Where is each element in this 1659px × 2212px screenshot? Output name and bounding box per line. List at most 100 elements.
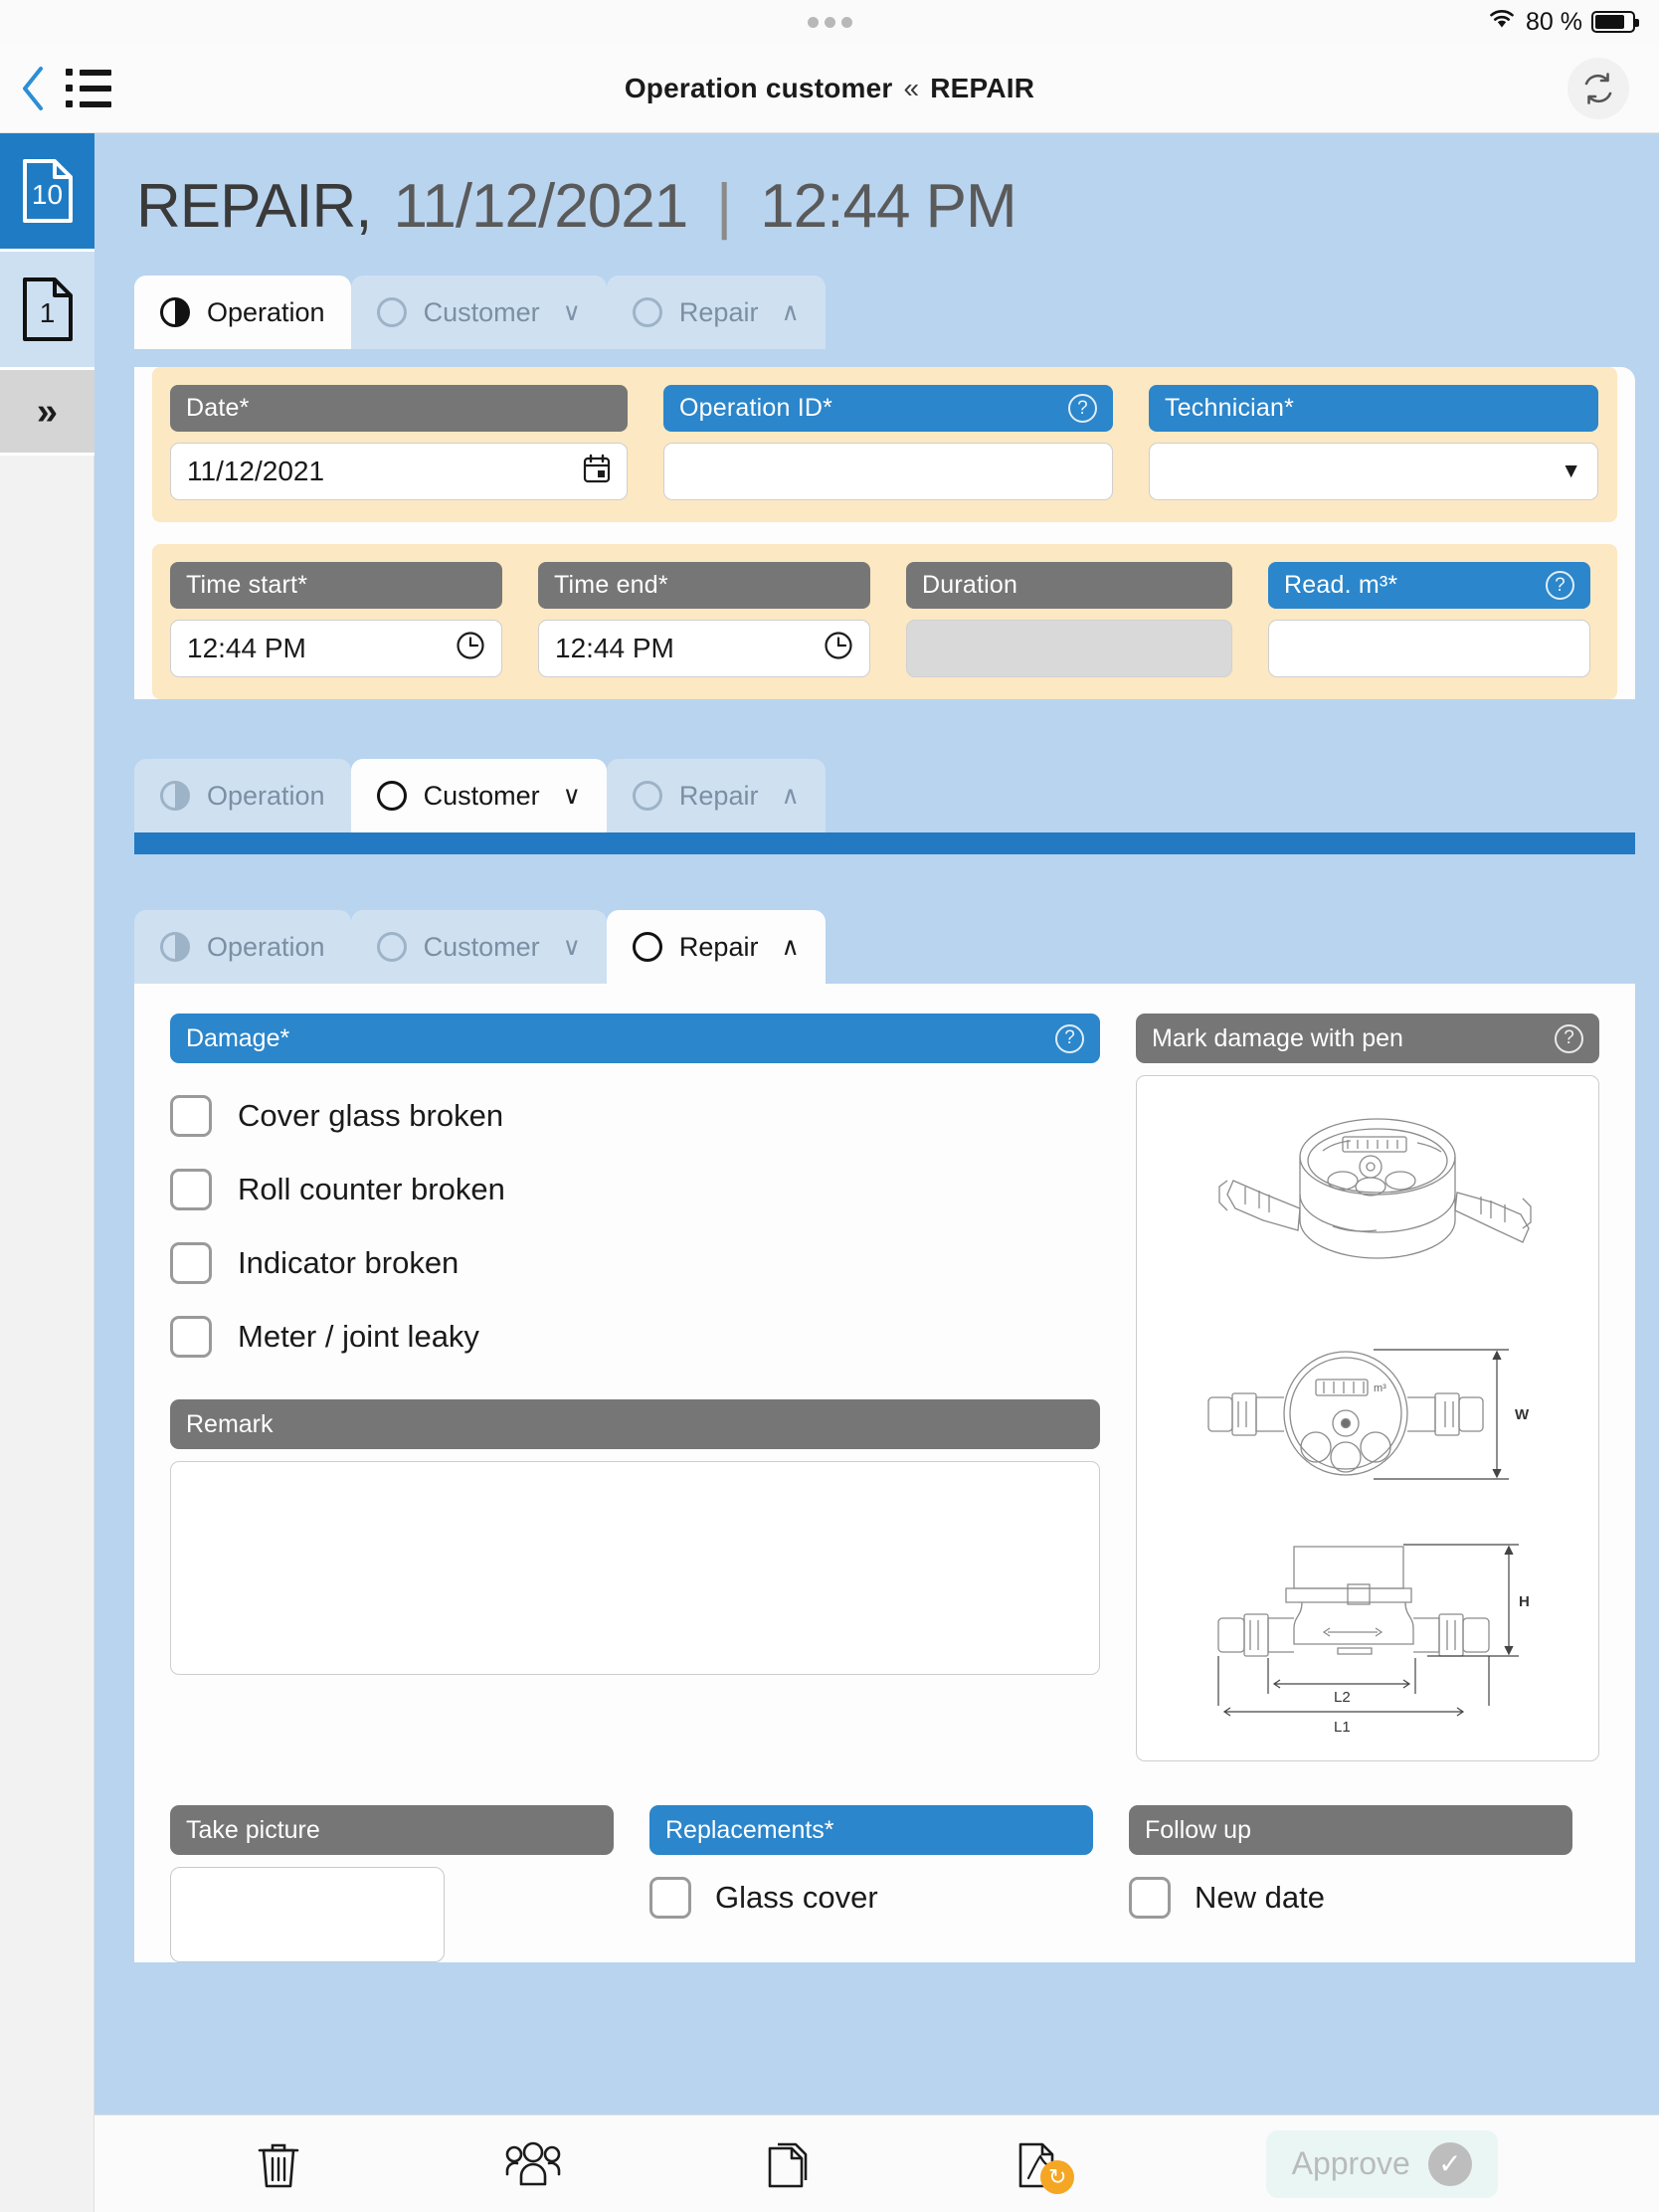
tab-repair[interactable]: Repair ∧ <box>606 276 826 349</box>
checkbox-icon[interactable] <box>170 1095 212 1137</box>
question-mark-icon[interactable]: ? <box>1068 394 1097 423</box>
repair-bottom-row: Take picture Replacements* Glass cover F… <box>170 1805 1599 1962</box>
caret-down-icon[interactable]: ▼ <box>1561 460 1581 483</box>
time-start-input[interactable]: 12:44 PM <box>170 620 502 677</box>
water-meter-technical-drawing[interactable]: W m³ H L2 L1 <box>1136 1075 1599 1761</box>
field-label-operation-id: Operation ID* ? <box>663 385 1113 432</box>
question-mark-icon[interactable]: ? <box>1055 1023 1084 1053</box>
copy-icon[interactable] <box>764 2138 812 2190</box>
dimension-label-w: W <box>1515 1406 1530 1423</box>
rail-badge-count: 10 <box>31 178 64 210</box>
replacements-group: Replacements* Glass cover <box>649 1805 1093 1962</box>
refresh-badge-icon: ↻ <box>1040 2159 1075 2194</box>
tab-repair[interactable]: Repair ∧ <box>606 759 826 832</box>
circle-icon <box>376 781 407 811</box>
content-scroll-area[interactable]: REPAIR, 11/12/2021 | 12:44 PM Operation … <box>94 133 1659 2115</box>
rail-expand-button[interactable]: » <box>0 370 94 456</box>
document-icon: 10 <box>21 158 75 224</box>
follow-up-header: Follow up <box>1129 1805 1572 1855</box>
checkbox-indicator-broken[interactable]: Indicator broken <box>170 1242 1100 1284</box>
question-mark-icon[interactable]: ? <box>1546 571 1574 600</box>
checkbox-meter-joint-leaky[interactable]: Meter / joint leaky <box>170 1316 1100 1358</box>
chevron-down-icon: ∨ <box>562 932 581 961</box>
tab-label: Operation <box>207 931 325 962</box>
rail-document-10[interactable]: 10 <box>0 133 94 252</box>
window-handle[interactable] <box>807 16 852 28</box>
reading-input[interactable] <box>1268 620 1590 677</box>
operation-panel: Date* 11/12/2021 Operation ID* ? Technic… <box>134 367 1635 699</box>
customer-collapsed-bar[interactable] <box>134 832 1635 854</box>
checkbox-roll-counter-broken[interactable]: Roll counter broken <box>170 1169 1100 1210</box>
tab-operation[interactable]: Operation <box>134 910 351 984</box>
navigation-bar: Operation customer « REPAIR <box>0 44 1659 133</box>
field-date: Date* 11/12/2021 <box>170 385 628 500</box>
remark-textarea[interactable] <box>170 1461 1100 1675</box>
operation-id-input[interactable] <box>663 443 1113 500</box>
customer-section: Operation Customer ∨ Repair ∧ <box>94 759 1659 854</box>
photo-slot[interactable] <box>170 1867 445 1962</box>
meter-front-view: W m³ <box>1207 1348 1530 1480</box>
refresh-icon[interactable] <box>1567 57 1629 119</box>
record-date: 11/12/2021 <box>393 172 688 241</box>
people-icon[interactable] <box>505 2140 561 2188</box>
tab-operation[interactable]: Operation <box>134 276 351 349</box>
field-label-date: Date* <box>170 385 628 432</box>
repair-panel: Damage* ? Cover glass broken Roll counte… <box>134 984 1635 1761</box>
repair-section: Operation Customer ∨ Repair ∧ Damage* ? … <box>94 910 1659 1962</box>
record-separator: | <box>716 172 732 241</box>
status-right-group: 80 % <box>1487 0 1639 44</box>
question-mark-icon[interactable]: ? <box>1555 1023 1583 1053</box>
tab-operation[interactable]: Operation <box>134 759 351 832</box>
bottom-toolbar: ↻ Approve ✓ <box>94 2115 1659 2212</box>
checkbox-glass-cover[interactable]: Glass cover <box>649 1877 1093 1919</box>
tab-customer[interactable]: Customer ∨ <box>350 759 607 832</box>
list-menu-icon[interactable] <box>66 44 137 133</box>
record-type-label: REPAIR, <box>136 172 372 241</box>
replacements-header: Replacements* <box>649 1805 1093 1855</box>
tab-label: Customer <box>423 296 540 327</box>
checkbox-icon[interactable] <box>1129 1877 1171 1919</box>
tab-customer[interactable]: Customer ∨ <box>350 910 607 984</box>
approve-label: Approve <box>1291 2145 1410 2181</box>
checkbox-label: Cover glass broken <box>238 1098 504 1133</box>
field-label-reading: Read. m³* ? <box>1268 562 1590 609</box>
record-header: REPAIR, 11/12/2021 | 12:44 PM <box>136 171 1659 242</box>
checkbox-icon[interactable] <box>170 1169 212 1210</box>
clock-icon[interactable] <box>456 631 485 667</box>
meter-isometric-view <box>1218 1117 1532 1259</box>
take-picture-header: Take picture <box>170 1805 614 1855</box>
mark-damage-label: Mark damage with pen <box>1152 1023 1403 1052</box>
dimension-label-h: H <box>1519 1593 1530 1610</box>
checkbox-icon[interactable] <box>170 1242 212 1284</box>
back-button[interactable] <box>0 44 66 133</box>
rail-badge-count: 1 <box>39 296 56 328</box>
dimension-label-l1: L1 <box>1334 1719 1351 1736</box>
replacements-label: Replacements* <box>665 1815 834 1844</box>
checkbox-new-date[interactable]: New date <box>1129 1877 1572 1919</box>
checkbox-icon[interactable] <box>170 1316 212 1358</box>
tab-customer[interactable]: Customer ∨ <box>350 276 607 349</box>
damage-header: Damage* ? <box>170 1014 1100 1063</box>
clock-icon[interactable] <box>824 631 853 667</box>
time-start-value: 12:44 PM <box>187 633 306 663</box>
left-rail: 10 1 » <box>0 133 94 2212</box>
duration-value-readonly <box>906 620 1232 677</box>
field-label-technician: Technician* <box>1149 385 1598 432</box>
technician-select[interactable]: ▼ <box>1149 443 1598 500</box>
time-end-input[interactable]: 12:44 PM <box>538 620 870 677</box>
rail-document-1[interactable]: 1 <box>0 252 94 370</box>
checkbox-cover-glass-broken[interactable]: Cover glass broken <box>170 1095 1100 1137</box>
repair-bottom-panel: Take picture Replacements* Glass cover F… <box>134 1761 1635 1962</box>
pdf-refresh-icon[interactable]: ↻ <box>1014 2138 1075 2194</box>
date-input[interactable]: 11/12/2021 <box>170 443 628 500</box>
trash-icon[interactable] <box>256 2138 301 2190</box>
circle-icon <box>376 932 407 962</box>
circle-icon <box>376 297 407 327</box>
checkbox-icon[interactable] <box>649 1877 691 1919</box>
tab-repair[interactable]: Repair ∧ <box>606 910 826 984</box>
tab-label: Operation <box>207 296 325 327</box>
document-icon: 1 <box>21 276 75 342</box>
approve-button[interactable]: Approve ✓ <box>1265 2129 1498 2198</box>
circle-icon <box>632 932 662 962</box>
calendar-icon[interactable] <box>583 454 611 490</box>
